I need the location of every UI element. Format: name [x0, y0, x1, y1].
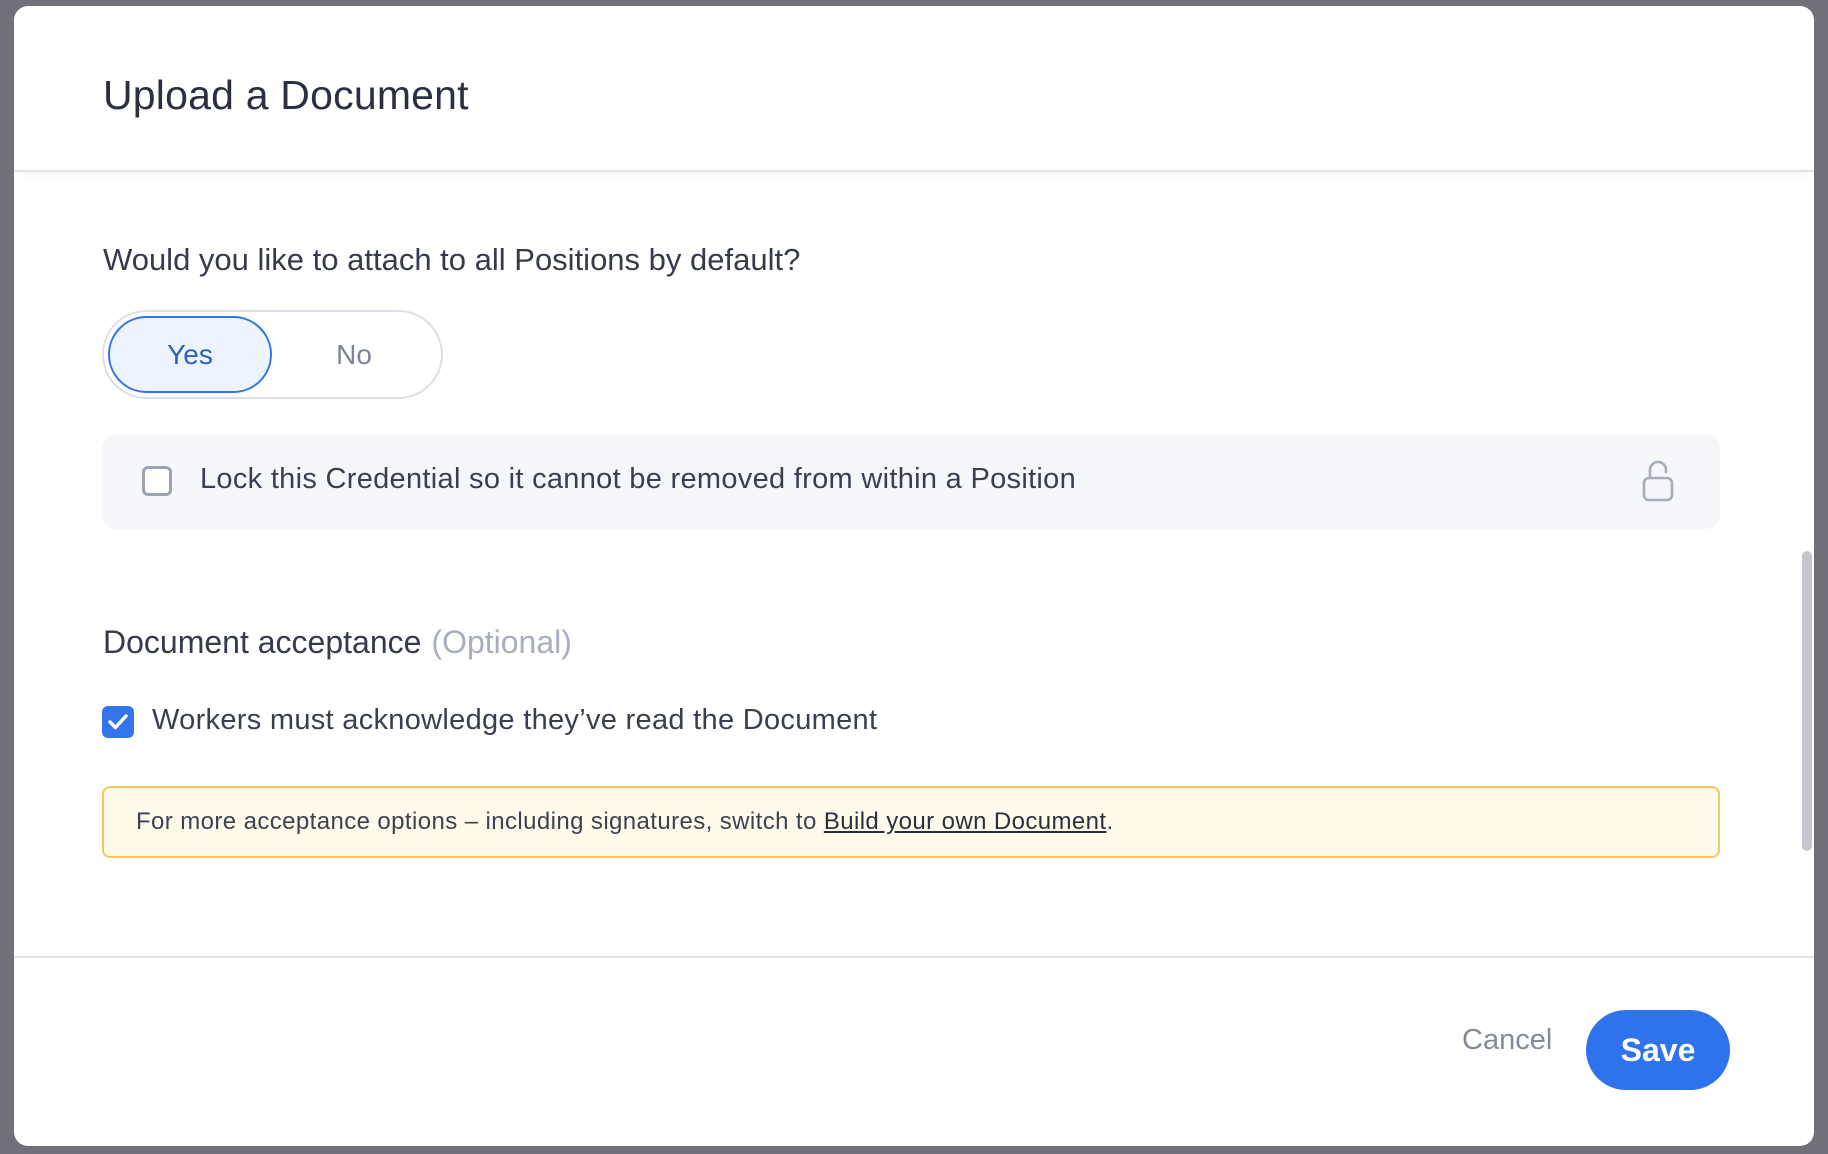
lock-credential-checkbox[interactable] — [142, 466, 172, 496]
toggle-yes-option[interactable]: Yes — [108, 316, 272, 393]
modal-footer: Cancel Save — [14, 956, 1814, 1146]
acceptance-section-title: Document acceptance (Optional) — [103, 624, 572, 661]
acknowledge-label[interactable]: Workers must acknowledge they’ve read th… — [152, 704, 877, 737]
acceptance-title-text: Document acceptance — [103, 624, 422, 660]
modal-scrollbar[interactable] — [1802, 551, 1812, 851]
cancel-button[interactable]: Cancel — [1462, 1024, 1552, 1057]
checkmark-icon — [108, 714, 128, 730]
acceptance-notice: For more acceptance options – including … — [102, 786, 1720, 858]
modal-title: Upload a Document — [103, 72, 469, 118]
modal-body: Would you like to attach to all Position… — [14, 172, 1814, 956]
attach-question: Would you like to attach to all Position… — [103, 242, 801, 277]
build-own-document-link[interactable]: Build your own Document — [824, 808, 1107, 835]
lock-credential-label[interactable]: Lock this Credential so it cannot be rem… — [200, 463, 1076, 496]
notice-text-after: . — [1106, 808, 1114, 835]
modal-header: Upload a Document — [14, 6, 1814, 172]
optional-tag: (Optional) — [431, 624, 572, 660]
notice-text: For more acceptance options – including … — [136, 808, 1114, 836]
acknowledge-checkbox[interactable] — [102, 706, 134, 738]
unlock-icon — [1642, 460, 1674, 502]
upload-document-modal: Upload a Document Would you like to atta… — [14, 6, 1814, 1146]
attach-toggle: Yes No — [102, 310, 443, 399]
notice-text-before: For more acceptance options – including … — [136, 808, 824, 835]
save-button[interactable]: Save — [1586, 1010, 1730, 1090]
lock-credential-row: Lock this Credential so it cannot be rem… — [102, 434, 1720, 529]
toggle-no-option[interactable]: No — [272, 316, 436, 393]
